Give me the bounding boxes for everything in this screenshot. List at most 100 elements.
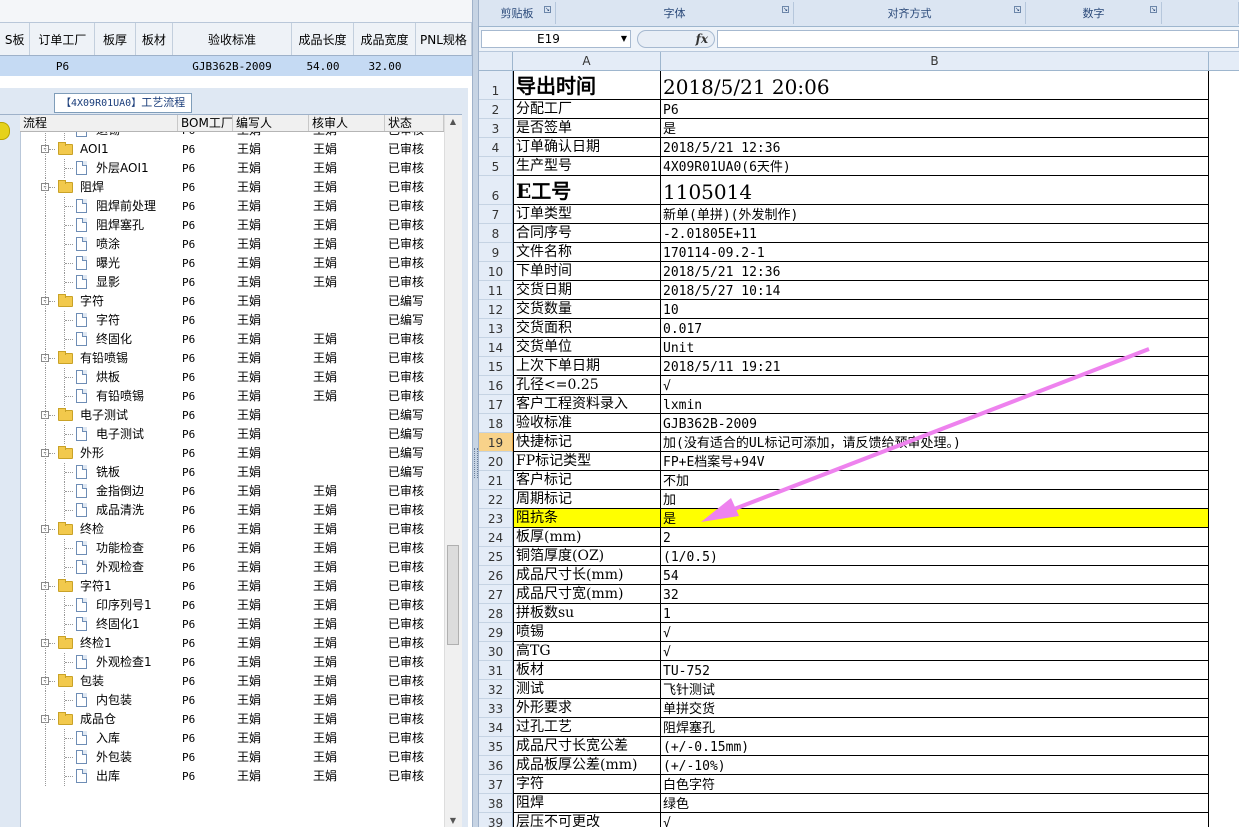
row-header[interactable]: 1 [479,71,513,100]
tree-leaf-row[interactable]: 外包装 P6 王娟 王娟 已审核 [20,748,444,767]
order-grid-column-header[interactable]: 成品宽度 [354,23,416,55]
row-header[interactable]: 39 [479,813,513,827]
tree-column-header[interactable]: 状态 [385,115,444,131]
cell-a-label[interactable]: 外形要求 [513,699,661,718]
cell-a-label[interactable]: 板厚(mm) [513,528,661,547]
cell-b-value[interactable]: 不加 [661,471,1209,490]
tree-leaf-row[interactable]: 终固化 P6 王娟 王娟 已审核 [20,330,444,349]
scroll-up-icon[interactable]: ▲ [447,115,459,129]
tree-leaf-row[interactable]: 出库 P6 王娟 王娟 已审核 [20,767,444,786]
column-header-c[interactable] [1209,52,1239,71]
order-grid-cell[interactable]: 32.00 [354,56,416,76]
cell-b-value[interactable]: 阻焊塞孔 [661,718,1209,737]
cell-b-value[interactable]: 2018/5/11 19:21 [661,357,1209,376]
row-header[interactable]: 23 [479,509,513,528]
cell-b-value[interactable]: 1105014 [661,176,1209,205]
row-header[interactable]: 36 [479,756,513,775]
row-header[interactable]: 32 [479,680,513,699]
cell-a-label[interactable]: FP标记类型 [513,452,661,471]
tree-group-row[interactable]: - 字符1 P6 王娟 王娟 已审核 [20,577,444,596]
ribbon-group[interactable] [1162,2,1239,24]
splitter-grip-icon[interactable] [474,448,478,478]
tab-process-flow[interactable]: 【4X09R01UA0】工艺流程 [54,93,193,113]
tree-leaf-row[interactable]: 阻焊前处理 P6 王娟 王娟 已审核 [20,197,444,216]
row-header[interactable]: 16 [479,376,513,395]
tree-column-header[interactable]: 核审人 [309,115,385,131]
order-grid-cell[interactable]: GJB362B-2009 [172,56,292,76]
row-header[interactable]: 12 [479,300,513,319]
order-grid-cell[interactable] [95,56,135,76]
cell-b-value[interactable]: 4X09R01UA0(6天件) [661,157,1209,176]
cell-a-label[interactable]: E工号 [513,176,661,205]
row-header[interactable]: 14 [479,338,513,357]
cell-b-value[interactable]: (1/0.5) [661,547,1209,566]
tree-leaf-row[interactable]: 曝光 P6 王娟 王娟 已审核 [20,254,444,273]
column-header-b[interactable]: B [661,52,1209,71]
tree-leaf-row[interactable]: 烘板 P6 王娟 王娟 已审核 [20,368,444,387]
tree-leaf-row[interactable]: 入库 P6 王娟 王娟 已审核 [20,729,444,748]
row-header[interactable]: 13 [479,319,513,338]
tree-group-row[interactable]: - 字符 P6 王娟 已编写 [20,292,444,311]
row-header[interactable]: 22 [479,490,513,509]
name-box[interactable]: E19 ▼ [481,30,631,48]
order-grid-cell[interactable]: P6 [30,56,95,76]
tree-group-row[interactable]: - 有铅喷锡 P6 王娟 王娟 已审核 [20,349,444,368]
order-grid-cell[interactable] [0,56,30,76]
row-header[interactable]: 35 [479,737,513,756]
row-header[interactable]: 26 [479,566,513,585]
tree-column-header[interactable]: BOM工厂 [178,115,233,131]
cell-a-label[interactable]: 过孔工艺 [513,718,661,737]
ribbon-group[interactable]: 剪贴板 ↘ [479,2,556,24]
cell-b-value[interactable]: TU-752 [661,661,1209,680]
row-header[interactable]: 19 [479,433,513,452]
cell-b-value[interactable]: 是 [661,119,1209,138]
cell-b-value[interactable]: Unit [661,338,1209,357]
cell-b-value[interactable]: 10 [661,300,1209,319]
cell-b-value[interactable]: 白色字符 [661,775,1209,794]
cell-a-label[interactable]: 板材 [513,661,661,680]
cell-a-label[interactable]: 生产型号 [513,157,661,176]
cell-b-value[interactable]: P6 [661,100,1209,119]
cell-b-value[interactable]: √ [661,623,1209,642]
cell-a-label[interactable]: 下单时间 [513,262,661,281]
cell-b-value[interactable]: 飞针测试 [661,680,1209,699]
cell-a-label[interactable]: 快捷标记 [513,433,661,452]
row-header[interactable]: 25 [479,547,513,566]
dialog-launcher-icon[interactable]: ↘ [1150,6,1157,13]
row-header[interactable]: 9 [479,243,513,262]
insert-function-icon[interactable]: fx [696,32,708,46]
cell-a-label[interactable]: 喷锡 [513,623,661,642]
tree-leaf-row[interactable]: 金指倒边 P6 王娟 王娟 已审核 [20,482,444,501]
tree-leaf-row[interactable]: 外观检查1 P6 王娟 王娟 已审核 [20,653,444,672]
row-header[interactable]: 33 [479,699,513,718]
order-grid-column-header[interactable]: 验收标准 [173,23,293,55]
cell-b-value[interactable]: 32 [661,585,1209,604]
order-grid-column-header[interactable]: 成品长度 [292,23,354,55]
column-header-a[interactable]: A [513,52,661,71]
cell-a-label[interactable]: 成品尺寸宽(mm) [513,585,661,604]
cell-b-value[interactable]: √ [661,813,1209,827]
tree-leaf-row[interactable]: 终固化1 P6 王娟 王娟 已审核 [20,615,444,634]
tree-leaf-row[interactable]: 功能检查 P6 王娟 王娟 已审核 [20,539,444,558]
row-header[interactable]: 27 [479,585,513,604]
cell-a-label[interactable]: 字符 [513,775,661,794]
cell-b-value[interactable]: 170114-09.2-1 [661,243,1209,262]
tree-group-row[interactable]: - 终检 P6 王娟 王娟 已审核 [20,520,444,539]
cell-a-label[interactable]: 交货单位 [513,338,661,357]
cell-a-label[interactable]: 交货数量 [513,300,661,319]
chevron-down-icon[interactable]: ▼ [621,31,627,47]
cell-a-label[interactable]: 订单确认日期 [513,138,661,157]
cell-b-value[interactable]: GJB362B-2009 [661,414,1209,433]
cell-a-label[interactable]: 拼板数su [513,604,661,623]
cell-a-label[interactable]: 高TG [513,642,661,661]
cell-b-value[interactable]: 1 [661,604,1209,623]
row-header[interactable]: 38 [479,794,513,813]
window-splitter[interactable] [472,0,479,827]
cell-a-label[interactable]: 交货日期 [513,281,661,300]
tree-group-row[interactable]: - 成品仓 P6 王娟 王娟 已审核 [20,710,444,729]
cell-b-value[interactable]: 54 [661,566,1209,585]
tree-group-row[interactable]: - AOI1 P6 王娟 王娟 已审核 [20,140,444,159]
row-header[interactable]: 24 [479,528,513,547]
tree-leaf-row[interactable]: 外层AOI1 P6 王娟 王娟 已审核 [20,159,444,178]
cell-b-value[interactable]: (+/-0.15mm) [661,737,1209,756]
